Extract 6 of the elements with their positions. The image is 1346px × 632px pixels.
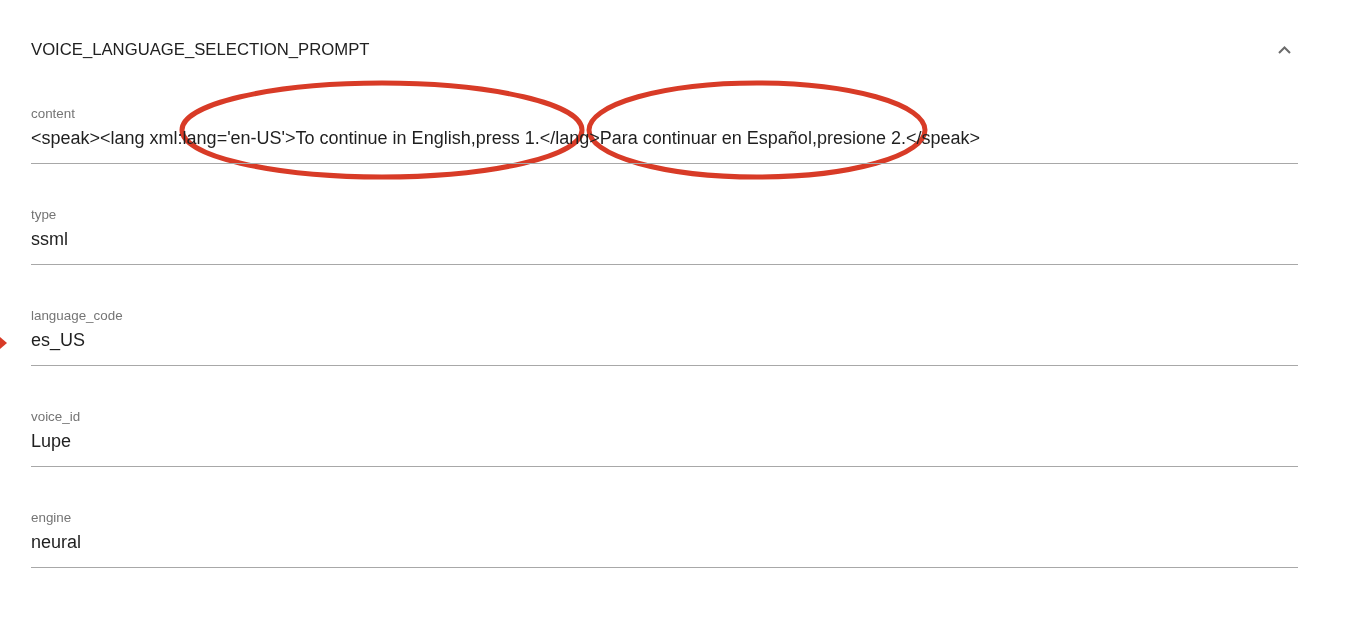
text-field[interactable]: engine neural: [31, 510, 1298, 568]
arrowhead-icon: [0, 337, 7, 349]
text-field[interactable]: language_code es_US: [31, 308, 1298, 366]
panel-header[interactable]: VOICE_LANGUAGE_SELECTION_PROMPT: [31, 26, 1298, 74]
text-field[interactable]: type ssml: [31, 207, 1298, 265]
text-field[interactable]: voice_id Lupe: [31, 409, 1298, 467]
